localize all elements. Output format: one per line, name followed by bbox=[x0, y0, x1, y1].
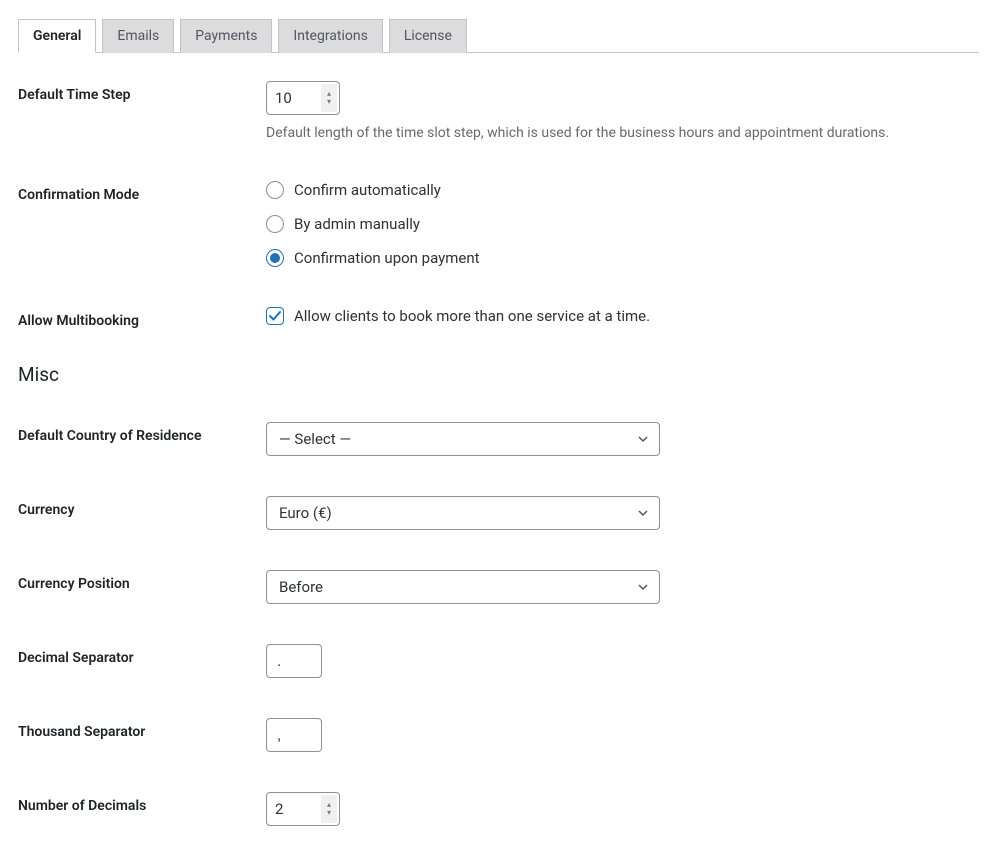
input-number-of-decimals[interactable]: 2 ▴ ▾ bbox=[266, 792, 340, 826]
checkbox-label: Allow clients to book more than one serv… bbox=[294, 307, 650, 325]
select-currency-position[interactable]: Before bbox=[266, 570, 660, 604]
label-confirmation-mode: Confirmation Mode bbox=[18, 181, 266, 203]
input-decimal-separator[interactable] bbox=[266, 644, 322, 678]
radio-icon bbox=[266, 249, 284, 267]
label-default-time-step: Default Time Step bbox=[18, 81, 266, 103]
select-default-country[interactable]: — Select — bbox=[266, 422, 660, 456]
radio-label: Confirmation upon payment bbox=[294, 249, 480, 267]
spinner-default-time-step[interactable]: ▴ ▾ bbox=[321, 84, 337, 112]
row-thousand-separator: Thousand Separator bbox=[18, 718, 979, 752]
value-number-of-decimals: 2 bbox=[275, 800, 283, 818]
select-value: — Select — bbox=[279, 430, 351, 448]
row-default-country: Default Country of Residence — Select — bbox=[18, 422, 979, 456]
radio-by-admin-manually[interactable]: By admin manually bbox=[266, 215, 979, 233]
tabs-bar: General Emails Payments Integrations Lic… bbox=[18, 18, 979, 53]
label-currency-position: Currency Position bbox=[18, 570, 266, 592]
row-decimal-separator: Decimal Separator bbox=[18, 644, 979, 678]
checkmark-icon bbox=[268, 309, 282, 323]
tab-license[interactable]: License bbox=[389, 19, 467, 53]
row-confirmation-mode: Confirmation Mode Confirm automatically … bbox=[18, 181, 979, 267]
row-currency-position: Currency Position Before bbox=[18, 570, 979, 604]
tab-payments[interactable]: Payments bbox=[180, 19, 272, 53]
spinner-down-icon[interactable]: ▾ bbox=[327, 809, 331, 817]
checkbox-icon bbox=[266, 307, 284, 325]
select-value: Euro (€) bbox=[279, 504, 332, 522]
label-default-country: Default Country of Residence bbox=[18, 422, 266, 444]
label-allow-multibooking: Allow Multibooking bbox=[18, 307, 266, 329]
radio-icon bbox=[266, 181, 284, 199]
radio-icon bbox=[266, 215, 284, 233]
select-value: Before bbox=[279, 578, 323, 596]
row-allow-multibooking: Allow Multibooking Allow clients to book… bbox=[18, 307, 979, 329]
tab-integrations[interactable]: Integrations bbox=[278, 19, 382, 53]
row-number-of-decimals: Number of Decimals 2 ▴ ▾ bbox=[18, 792, 979, 826]
radio-label: By admin manually bbox=[294, 215, 420, 233]
description-default-time-step: Default length of the time slot step, wh… bbox=[266, 125, 979, 141]
spinner-number-of-decimals[interactable]: ▴ ▾ bbox=[321, 795, 337, 823]
chevron-down-icon bbox=[637, 433, 649, 445]
row-currency: Currency Euro (€) bbox=[18, 496, 979, 530]
chevron-down-icon bbox=[637, 507, 649, 519]
label-number-of-decimals: Number of Decimals bbox=[18, 792, 266, 814]
label-currency: Currency bbox=[18, 496, 266, 518]
input-default-time-step[interactable]: 10 ▴ ▾ bbox=[266, 81, 340, 115]
input-thousand-separator[interactable] bbox=[266, 718, 322, 752]
value-default-time-step: 10 bbox=[275, 89, 292, 107]
label-decimal-separator: Decimal Separator bbox=[18, 644, 266, 666]
select-currency[interactable]: Euro (€) bbox=[266, 496, 660, 530]
label-thousand-separator: Thousand Separator bbox=[18, 718, 266, 740]
radio-group-confirmation-mode: Confirm automatically By admin manually … bbox=[266, 181, 979, 267]
radio-confirmation-upon-payment[interactable]: Confirmation upon payment bbox=[266, 249, 979, 267]
tab-general[interactable]: General bbox=[18, 19, 96, 53]
chevron-down-icon bbox=[637, 581, 649, 593]
checkbox-allow-multibooking[interactable]: Allow clients to book more than one serv… bbox=[266, 307, 979, 325]
radio-confirm-automatically[interactable]: Confirm automatically bbox=[266, 181, 979, 199]
row-default-time-step: Default Time Step 10 ▴ ▾ Default length … bbox=[18, 81, 979, 141]
tab-emails[interactable]: Emails bbox=[102, 19, 174, 53]
section-heading-misc: Misc bbox=[18, 363, 979, 386]
spinner-down-icon[interactable]: ▾ bbox=[327, 98, 331, 106]
radio-label: Confirm automatically bbox=[294, 181, 441, 199]
